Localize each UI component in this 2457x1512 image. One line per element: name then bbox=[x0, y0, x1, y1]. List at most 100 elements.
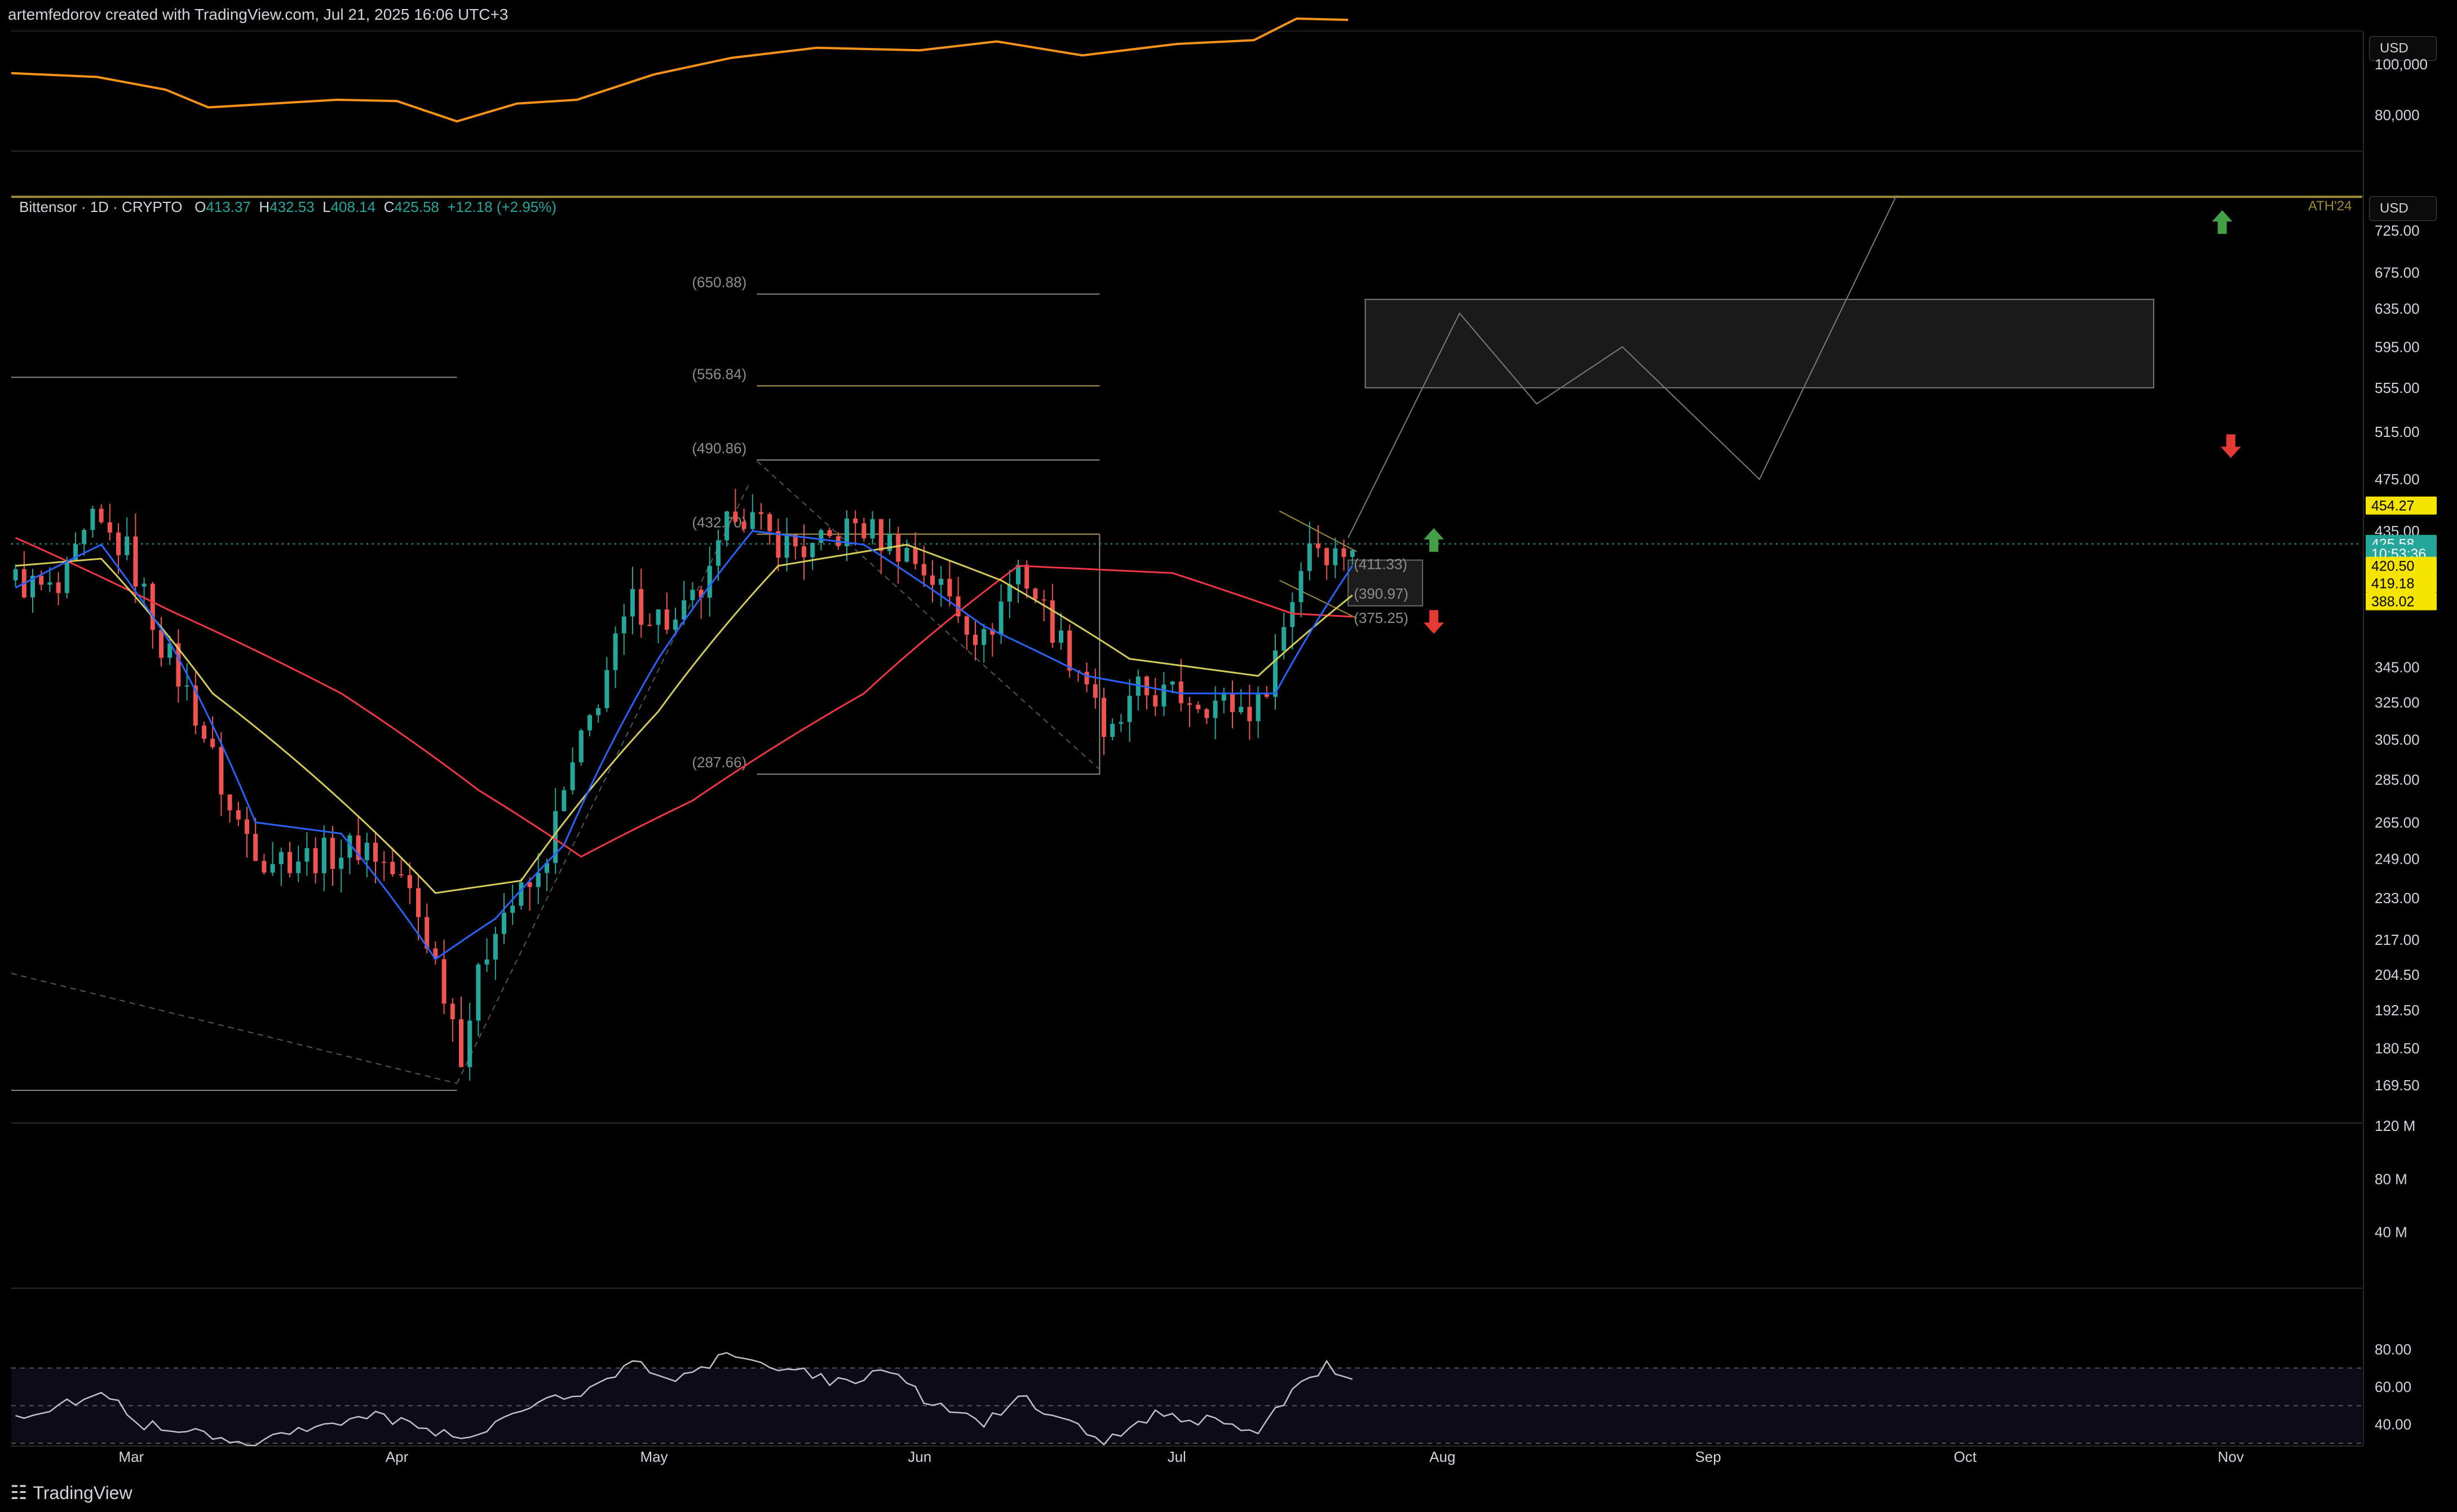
price-axis-label: 249.00 bbox=[2375, 851, 2420, 868]
candle-body bbox=[982, 629, 987, 646]
fib-level-label: (556.84) bbox=[692, 365, 746, 382]
price-axis-label: 475.00 bbox=[2375, 471, 2420, 488]
candle-body bbox=[1204, 709, 1209, 718]
candle-body bbox=[330, 837, 335, 869]
candle-body bbox=[639, 589, 644, 625]
price-axis-label: 675.00 bbox=[2375, 264, 2420, 281]
candle-body bbox=[416, 888, 421, 917]
candle-body bbox=[150, 583, 155, 630]
candle-body bbox=[819, 530, 824, 543]
candle-body bbox=[1170, 681, 1175, 685]
candle-body bbox=[236, 810, 241, 820]
candle-body bbox=[1333, 548, 1338, 565]
candle-body bbox=[399, 874, 404, 876]
candle-body bbox=[1110, 723, 1115, 737]
candle-body bbox=[741, 521, 746, 529]
time-axis-label: Aug bbox=[1429, 1448, 1455, 1465]
candle-body bbox=[536, 873, 541, 887]
short-term-level-label: (411.33) bbox=[1354, 555, 1407, 572]
candle-body bbox=[921, 564, 926, 576]
short-term-level-label: (390.97) bbox=[1354, 585, 1408, 602]
time-axis-label: Mar bbox=[118, 1448, 144, 1465]
candle-body bbox=[253, 834, 258, 861]
time-axis-label: Sep bbox=[1695, 1448, 1721, 1465]
candle-body bbox=[382, 861, 387, 863]
candle-body bbox=[373, 842, 378, 862]
target-zone-box bbox=[1364, 299, 2155, 388]
candle-body bbox=[133, 536, 138, 587]
candle-body bbox=[656, 609, 661, 625]
candle-body bbox=[613, 633, 618, 670]
candle-body bbox=[1041, 599, 1046, 601]
candle-body bbox=[441, 959, 447, 1004]
candle-body bbox=[459, 1019, 463, 1067]
candle-body bbox=[596, 708, 601, 715]
candle-body bbox=[116, 532, 121, 555]
candle-body bbox=[1290, 602, 1295, 627]
price-axis-label: 725.00 bbox=[2375, 222, 2420, 239]
time-axis-label: Oct bbox=[1954, 1448, 1977, 1465]
price-axis-label: 555.00 bbox=[2375, 379, 2420, 396]
candle-body bbox=[321, 837, 326, 873]
candle-body bbox=[99, 509, 104, 523]
candle-body bbox=[578, 730, 584, 763]
candle-body bbox=[450, 1003, 455, 1019]
candle-body bbox=[184, 685, 189, 687]
candle-body bbox=[1247, 706, 1252, 722]
candle-body bbox=[467, 1020, 472, 1067]
candle-body bbox=[1316, 543, 1320, 549]
brand-text: TradingView bbox=[33, 1482, 132, 1503]
candle-body bbox=[1093, 684, 1098, 698]
fib-level-label: (650.88) bbox=[692, 274, 746, 291]
footer-brand[interactable]: ☷ TradingView bbox=[10, 1482, 132, 1504]
candle-body bbox=[304, 848, 310, 862]
price-axis-label: 217.00 bbox=[2375, 931, 2420, 948]
volume-axis-label: 80 M bbox=[2375, 1170, 2407, 1187]
candle-body bbox=[930, 575, 935, 585]
candle-body bbox=[690, 590, 695, 600]
price-chart-svg[interactable]: Mar Apr May Jun Jul Aug Sep Oct Nov 100,000 80,000… bbox=[0, 0, 2457, 1512]
candle-body bbox=[1256, 694, 1261, 722]
candle-body bbox=[682, 600, 687, 620]
candle-body bbox=[1324, 548, 1329, 565]
candle-body bbox=[964, 616, 969, 635]
candle-body bbox=[1067, 630, 1072, 671]
candle-body bbox=[604, 670, 609, 709]
candle-body bbox=[998, 602, 1004, 635]
btc-axis-label: 80,000 bbox=[2375, 107, 2420, 123]
candle-body bbox=[39, 576, 44, 585]
candle-body bbox=[587, 715, 592, 731]
candle-body bbox=[47, 582, 52, 585]
rsi-axis-label: 40.00 bbox=[2375, 1416, 2411, 1433]
fib-level-label: (490.86) bbox=[692, 440, 746, 457]
candle-body bbox=[64, 560, 69, 593]
candle-body bbox=[1024, 564, 1029, 589]
price-axis-label: 515.00 bbox=[2375, 423, 2420, 440]
price-axis-label: 169.50 bbox=[2375, 1077, 2420, 1094]
candle-body bbox=[484, 960, 489, 965]
candle-body bbox=[296, 861, 301, 873]
candle-body bbox=[90, 509, 95, 530]
tradingview-logo-icon: ☷ bbox=[10, 1482, 28, 1504]
candle-body bbox=[142, 583, 147, 587]
candle-body bbox=[56, 582, 61, 593]
candle-body bbox=[1187, 703, 1192, 705]
candle-body bbox=[1298, 571, 1303, 603]
candle-body bbox=[1230, 694, 1235, 713]
price-axis-label: 233.00 bbox=[2375, 890, 2420, 907]
arrow-down-icon bbox=[1424, 610, 1444, 634]
price-axis-label: 265.00 bbox=[2375, 814, 2420, 831]
fib-level-label: (432.70) bbox=[692, 514, 746, 530]
candle-body bbox=[202, 726, 206, 739]
time-axis-label: Nov bbox=[2218, 1448, 2244, 1465]
candle-body bbox=[870, 519, 875, 539]
candle-body bbox=[227, 794, 232, 811]
price-label-text: 419.18 bbox=[2371, 576, 2414, 592]
candle-body bbox=[1281, 627, 1287, 651]
candle-body bbox=[82, 530, 87, 545]
candle-body bbox=[339, 857, 344, 869]
candle-body bbox=[1050, 600, 1055, 643]
volume-axis-label: 120 M bbox=[2375, 1117, 2415, 1134]
dashed-trend-line bbox=[756, 461, 1101, 770]
rsi-axis-label: 80.00 bbox=[2375, 1341, 2411, 1358]
